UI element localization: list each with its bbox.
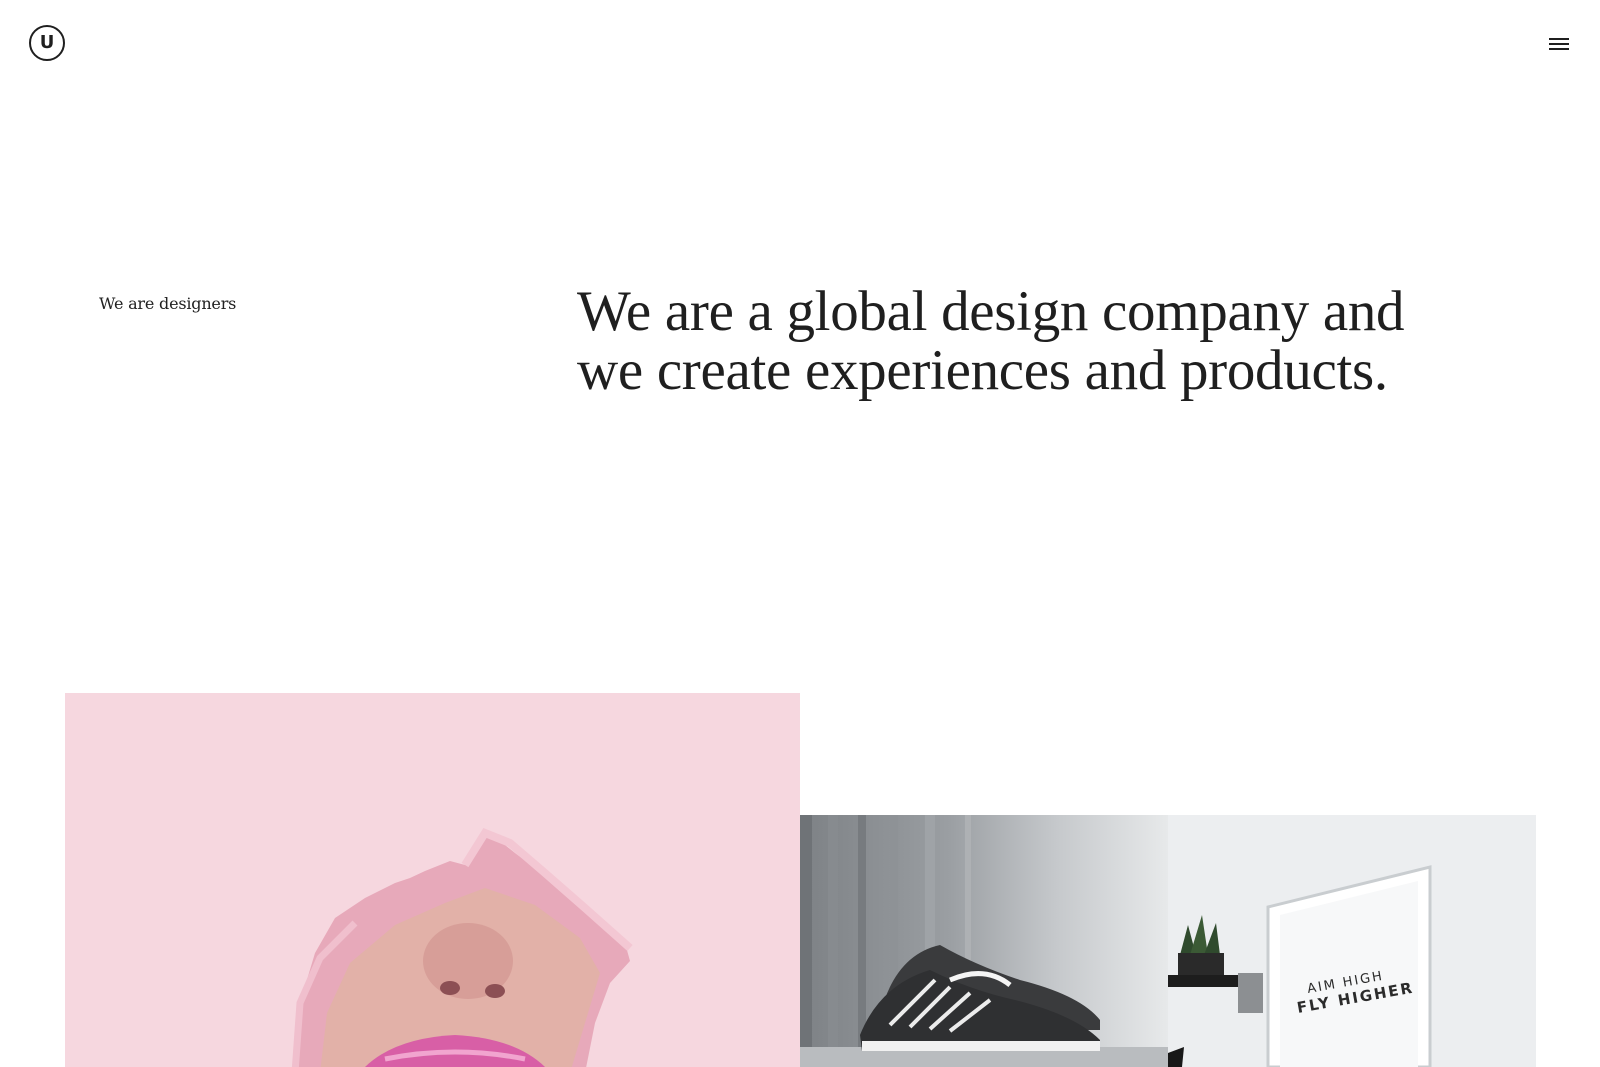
gallery-image-sneakers[interactable] [800, 815, 1168, 1067]
gallery-image-lips[interactable] [65, 693, 800, 1067]
logo-letter: U [39, 32, 55, 53]
lips-photo-illustration [291, 828, 633, 1067]
menu-line [1549, 43, 1569, 45]
intro-headline: We are a global design company and we cr… [577, 280, 1405, 402]
sneakers-photo-illustration [800, 815, 1168, 1067]
menu-line [1549, 38, 1569, 40]
logo[interactable]: U [29, 25, 65, 61]
poster-photo-illustration: AIM HIGH FLY HIGHER [1168, 815, 1536, 1067]
menu-line [1549, 48, 1569, 50]
hamburger-menu-icon[interactable] [1549, 34, 1571, 52]
intro-eyebrow: We are designers [99, 294, 237, 313]
gallery-image-poster[interactable]: AIM HIGH FLY HIGHER [1168, 815, 1536, 1067]
